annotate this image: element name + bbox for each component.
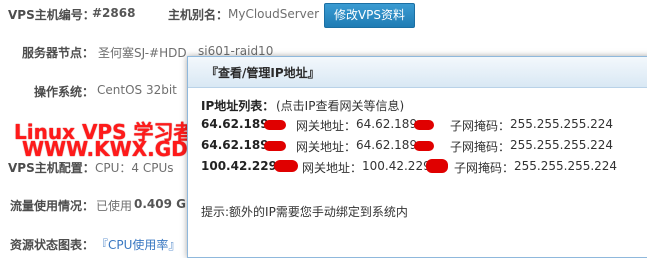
netmask-label: 子网掩码：	[450, 119, 511, 133]
gateway-value: 64.62.189.	[356, 138, 421, 152]
netmask-label: 子网掩码：	[454, 161, 515, 175]
dialog-tip: 提示:额外的IP需要您手动绑定到系统内	[201, 205, 408, 219]
config-label: VPS主机配置：	[8, 161, 95, 175]
ip-address-link[interactable]: 64.62.189.	[201, 138, 273, 152]
config-value: CPU：4 CPUs	[95, 161, 174, 175]
cpu-usage-link[interactable]: 『CPU使用率』	[96, 236, 180, 253]
redaction-mark	[414, 120, 434, 130]
os-value: CentOS 32bit	[97, 83, 177, 97]
netmask-value: 255.255.255.224	[510, 117, 614, 131]
node-label: 服务器节点：	[22, 46, 95, 60]
ip-management-dialog: 『查看/管理IP地址』 IP地址列表： (点击IP查看网关等信息) 64.62.…	[187, 56, 647, 258]
traffic-value: 0.409 GB	[134, 197, 196, 211]
gateway-value: 64.62.189.	[356, 117, 421, 131]
redaction-mark	[414, 141, 434, 151]
redaction-mark	[264, 141, 286, 151]
gateway-label: 网关地址：	[296, 140, 357, 154]
gateway-label: 网关地址：	[296, 119, 357, 133]
node-value: 圣何塞SJ-#HDD	[98, 46, 187, 60]
dialog-title: 『查看/管理IP地址』	[206, 66, 320, 80]
watermark-line-2: WWW.KWX.GD	[22, 137, 188, 161]
traffic-label: 流量使用情况：	[10, 199, 95, 213]
ip-list-label: IP地址列表：	[201, 99, 275, 113]
dialog-title-bar[interactable]: 『查看/管理IP地址』	[188, 57, 647, 88]
alias-label: 主机别名：	[168, 8, 229, 22]
netmask-value: 255.255.255.224	[514, 159, 618, 173]
status-label: 资源状态图表：	[10, 238, 95, 252]
redaction-mark	[426, 159, 448, 173]
netmask-label: 子网掩码：	[450, 140, 511, 154]
traffic-prefix: 已使用	[96, 199, 133, 213]
alias-value: MyCloudServer	[228, 7, 320, 21]
vps-id-value: #2868	[92, 6, 136, 20]
os-label: 操作系统：	[34, 85, 95, 99]
edit-vps-button[interactable]: 修改VPS资料	[324, 3, 415, 28]
ip-address-link[interactable]: 100.42.229.	[201, 159, 281, 173]
redaction-mark	[274, 160, 298, 172]
gateway-label: 网关地址：	[302, 161, 363, 175]
vps-id-label: VPS主机编号：	[8, 8, 95, 22]
ip-list-hint: (点击IP查看网关等信息)	[276, 99, 405, 113]
gateway-value: 100.42.229.	[362, 159, 435, 173]
ip-address-link[interactable]: 64.62.189.	[201, 117, 273, 131]
redaction-mark	[264, 120, 286, 130]
netmask-value: 255.255.255.224	[510, 138, 614, 152]
